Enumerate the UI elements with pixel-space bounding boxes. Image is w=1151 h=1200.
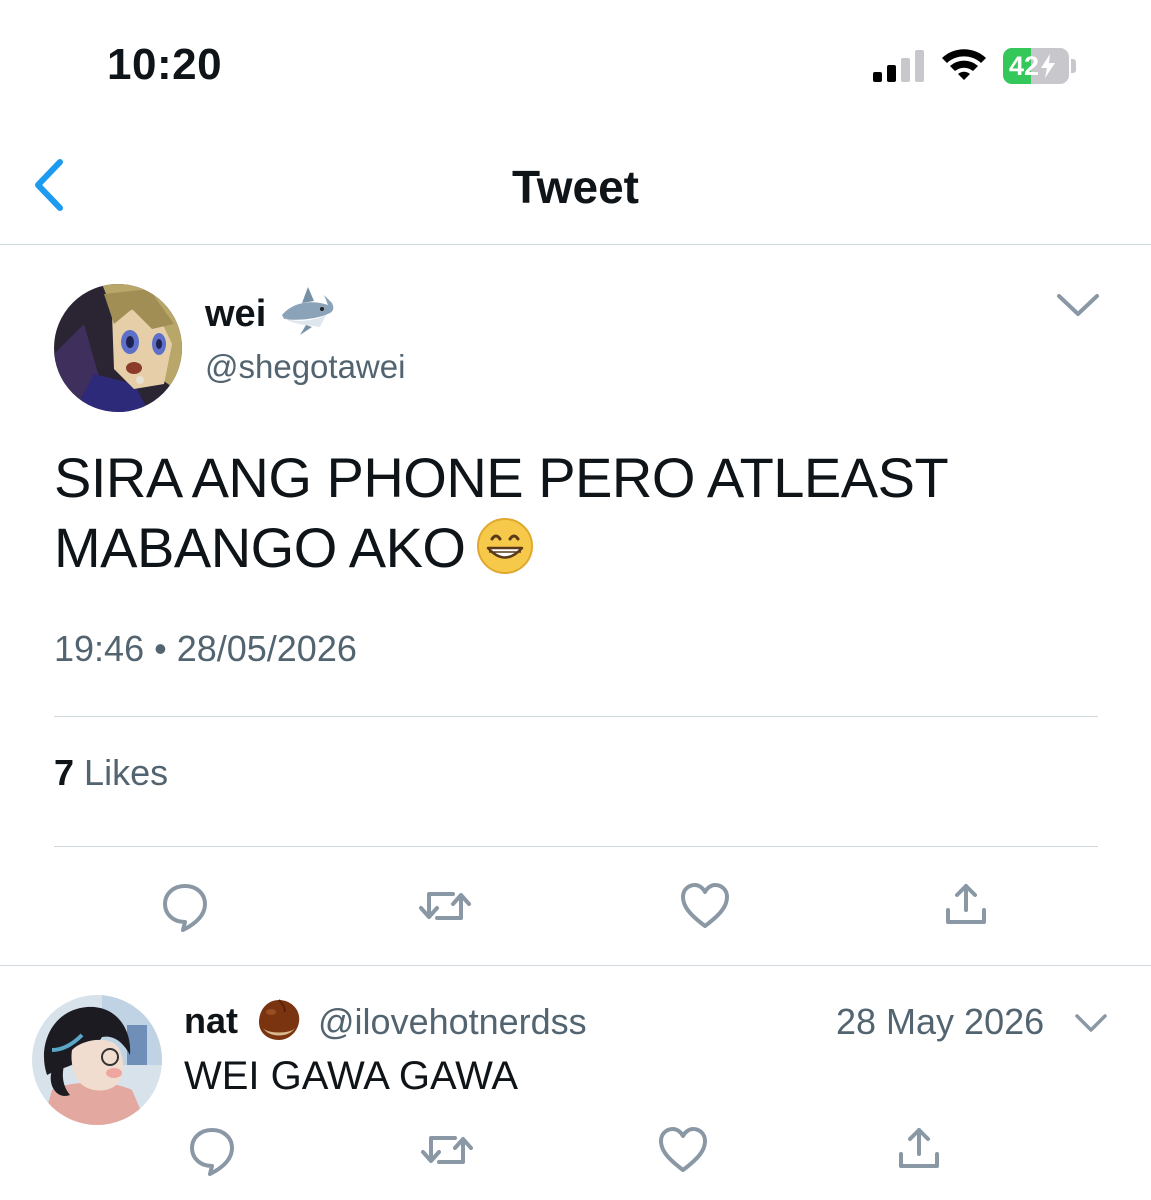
battery-indicator: 42 [1003, 48, 1077, 84]
likes-number: 7 [54, 752, 75, 793]
tweet-text-line: MABANGO AKO [54, 516, 466, 579]
page-title: Tweet [512, 161, 639, 213]
header-divider [0, 244, 1151, 245]
retweet-icon[interactable] [417, 880, 473, 932]
reply-date: 28 May 2026 [836, 1001, 1045, 1042]
share-icon[interactable] [891, 1124, 947, 1176]
battery-cap [1071, 59, 1076, 73]
shark-emoji-icon [282, 287, 334, 335]
wifi-icon [942, 49, 986, 80]
like-icon[interactable] [677, 880, 733, 932]
reply-icon[interactable] [157, 880, 213, 932]
meta-divider [54, 716, 1098, 717]
signal-strength-icon [873, 50, 924, 82]
like-icon[interactable] [655, 1124, 711, 1176]
reply-author-handle[interactable]: @ilovehotnerdss [318, 1001, 587, 1043]
author-handle[interactable]: @shegotawei [205, 348, 405, 386]
reply-author-name[interactable]: nat [184, 1000, 238, 1042]
likes-label: Likes [84, 752, 169, 793]
reply-avatar[interactable] [32, 995, 162, 1125]
tweet-timestamp: 19:46 • 28/05/2026 [54, 628, 357, 669]
grinning-face-emoji-icon [476, 518, 533, 574]
author-name[interactable]: wei [205, 293, 266, 336]
avatar-image [54, 284, 182, 412]
tweet-text: SIRA ANG PHONE PERO ATLEAST MABANGO AKO [54, 443, 1104, 583]
likes-count[interactable]: 7 Likes [54, 752, 168, 794]
tweet-text-line: SIRA ANG PHONE PERO ATLEAST [54, 446, 949, 509]
charging-bolt-icon [1041, 54, 1056, 78]
chevron-down-icon[interactable] [1073, 1011, 1109, 1035]
share-icon[interactable] [938, 880, 994, 932]
retweet-icon[interactable] [419, 1124, 475, 1176]
reply-text: WEI GAWA GAWA [184, 1054, 519, 1098]
battery-percent: 42 [1009, 51, 1040, 81]
reply-icon[interactable] [184, 1124, 240, 1176]
section-divider [0, 965, 1151, 966]
likes-divider [54, 846, 1098, 847]
reply-avatar-image [32, 995, 162, 1125]
chestnut-emoji-icon [259, 999, 300, 1040]
chevron-down-icon[interactable] [1055, 290, 1101, 320]
battery-body: 42 [1003, 48, 1069, 84]
status-time: 10:20 [107, 40, 223, 89]
avatar[interactable] [54, 284, 182, 412]
